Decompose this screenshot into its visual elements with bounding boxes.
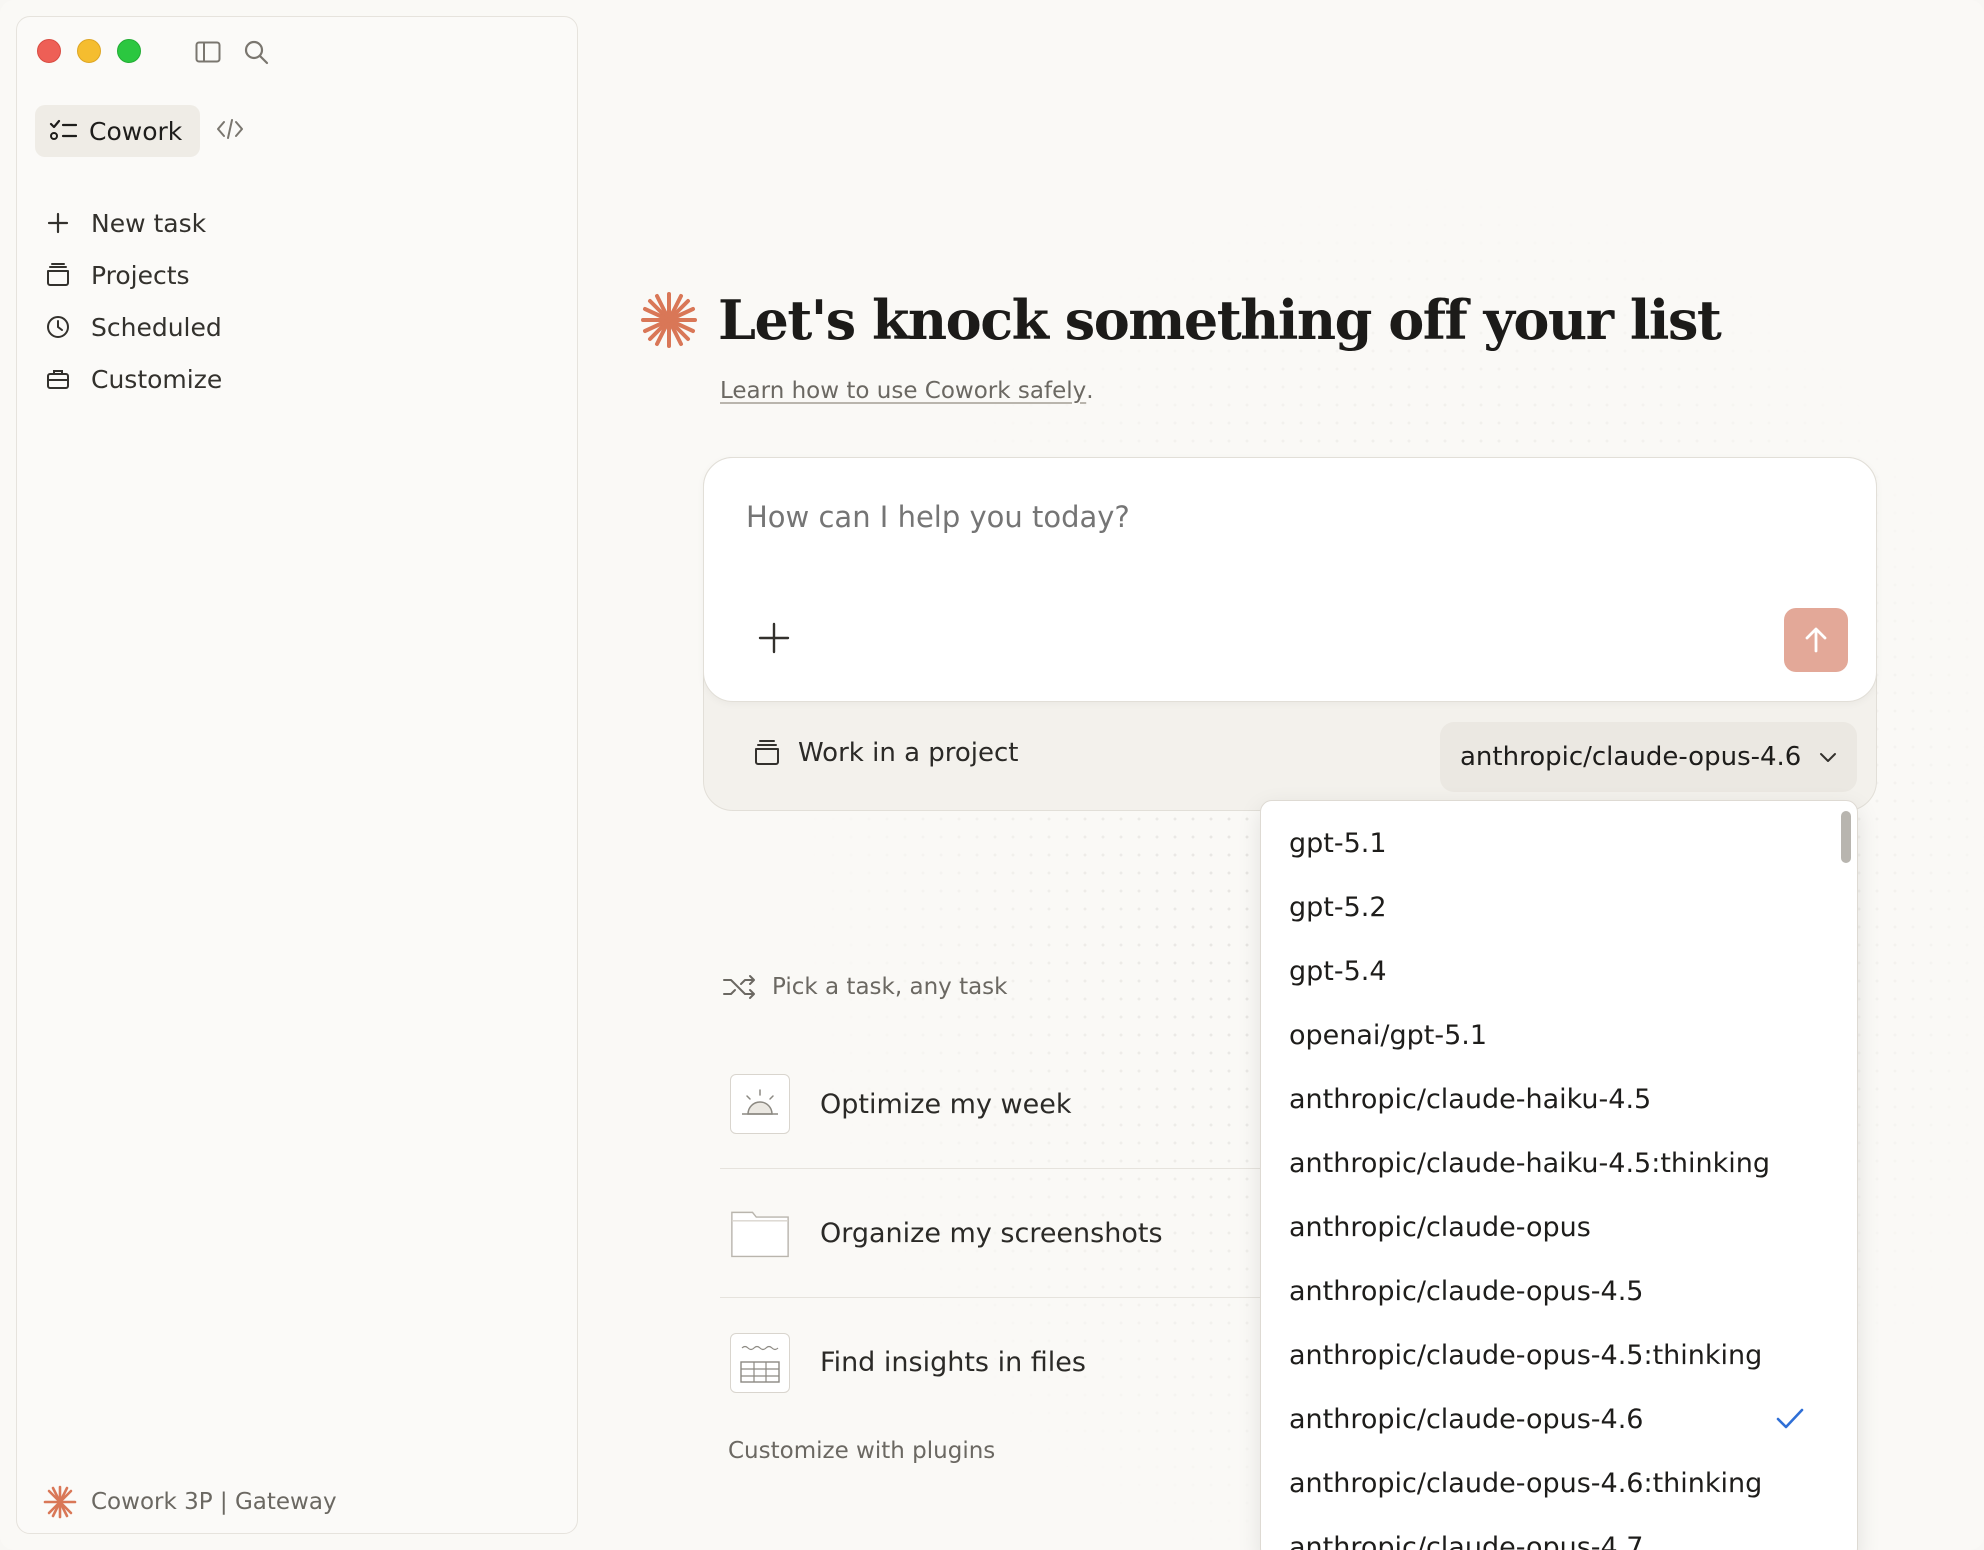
model-option[interactable]: gpt-5.2: [1261, 875, 1857, 939]
send-button[interactable]: [1784, 608, 1848, 672]
minimize-window-button[interactable]: [77, 39, 101, 63]
folder-icon: [755, 740, 779, 765]
model-option-label: anthropic/claude-opus-4.6:thinking: [1289, 1467, 1763, 1499]
sidebar-nav: New task Projects Scheduled Customize: [45, 197, 222, 405]
model-option-label: anthropic/claude-opus-4.5:thinking: [1289, 1339, 1763, 1371]
model-option-label: anthropic/claude-haiku-4.5: [1289, 1083, 1652, 1115]
learn-safety-link-suffix: .: [1086, 378, 1094, 404]
shuffle-icon: [723, 975, 755, 999]
sidebar-toolbar: [195, 39, 269, 65]
chevron-down-icon: [1820, 753, 1836, 762]
model-option-label: anthropic/claude-opus-4.7: [1289, 1531, 1644, 1550]
model-dropdown: gpt-5.1 gpt-5.2 gpt-5.4 openai/gpt-5.1 a…: [1260, 800, 1858, 1550]
model-option-label: anthropic/claude-opus-4.5: [1289, 1275, 1644, 1307]
composer: [703, 457, 1877, 702]
model-option-label: gpt-5.4: [1289, 955, 1387, 987]
workspace-label: Cowork 3P | Gateway: [91, 1489, 337, 1515]
prompt-input[interactable]: [746, 500, 1746, 534]
model-option-label: openai/gpt-5.1: [1289, 1019, 1488, 1051]
arrow-up-icon: [1805, 627, 1827, 653]
model-option[interactable]: gpt-5.4: [1261, 939, 1857, 1003]
selected-model-label: anthropic/claude-opus-4.6: [1460, 742, 1802, 772]
code-mode-icon[interactable]: [216, 118, 244, 144]
customize-plugins-link[interactable]: Customize with plugins: [728, 1438, 995, 1464]
pick-task-label: Pick a task, any task: [772, 974, 1008, 1000]
claude-logo-icon: [43, 1485, 77, 1519]
project-label: Work in a project: [798, 738, 1019, 768]
plus-icon: [758, 622, 790, 654]
folder-icon: [730, 1203, 790, 1263]
sidebar-item-label: Scheduled: [91, 312, 222, 342]
sidebar-item-new-task[interactable]: New task: [45, 197, 222, 249]
close-window-button[interactable]: [37, 39, 61, 63]
checklist-icon: [49, 119, 77, 140]
learn-safety-link[interactable]: Learn how to use Cowork safely.: [720, 378, 1094, 404]
model-option-label: anthropic/claude-haiku-4.5:thinking: [1289, 1147, 1771, 1179]
model-option[interactable]: gpt-5.1: [1261, 811, 1857, 875]
page-title: Let's knock something off your list: [718, 288, 1722, 352]
maximize-window-button[interactable]: [117, 39, 141, 63]
task-suggestions: Optimize my week Organize my screenshots…: [720, 1040, 1320, 1427]
model-option-list: gpt-5.1 gpt-5.2 gpt-5.4 openai/gpt-5.1 a…: [1261, 811, 1857, 1550]
task-organize-screenshots[interactable]: Organize my screenshots: [720, 1169, 1320, 1298]
sidebar-item-label: Customize: [91, 364, 223, 394]
search-icon[interactable]: [243, 39, 269, 65]
sidebar-item-customize[interactable]: Customize: [45, 353, 222, 405]
model-option[interactable]: anthropic/claude-haiku-4.5:thinking: [1261, 1131, 1857, 1195]
dropdown-scrollbar[interactable]: [1841, 811, 1851, 863]
model-option[interactable]: anthropic/claude-haiku-4.5: [1261, 1067, 1857, 1131]
pick-task-header[interactable]: Pick a task, any task: [722, 974, 1007, 1000]
headline: Let's knock something off your list: [640, 288, 1722, 352]
task-optimize-week[interactable]: Optimize my week: [720, 1040, 1320, 1169]
task-label: Organize my screenshots: [820, 1217, 1163, 1249]
window-controls: [37, 39, 141, 63]
model-option[interactable]: openai/gpt-5.1: [1261, 1003, 1857, 1067]
sidebar-item-label: Projects: [91, 260, 190, 290]
model-option-label: gpt-5.1: [1289, 827, 1387, 859]
learn-safety-link-text: Learn how to use Cowork safely: [720, 378, 1087, 404]
add-attachment-button[interactable]: [754, 618, 794, 658]
model-option[interactable]: anthropic/claude-opus-4.7: [1261, 1515, 1857, 1550]
claude-logo-icon: [641, 292, 697, 348]
briefcase-icon: [47, 370, 69, 389]
check-icon: [1776, 1408, 1804, 1429]
sidebar-toggle-icon[interactable]: [195, 41, 221, 63]
plus-icon: [47, 212, 69, 234]
cowork-mode-tab[interactable]: Cowork: [35, 105, 201, 157]
sunrise-icon: [730, 1074, 790, 1134]
model-option-selected[interactable]: anthropic/claude-opus-4.6: [1261, 1387, 1857, 1451]
model-option-label: anthropic/claude-opus: [1289, 1211, 1591, 1243]
model-option-label: anthropic/claude-opus-4.6: [1289, 1403, 1644, 1435]
mode-switcher: Cowork: [35, 105, 244, 157]
sidebar-item-label: New task: [91, 208, 207, 238]
sidebar-item-projects[interactable]: Projects: [45, 249, 222, 301]
cowork-mode-label: Cowork: [89, 116, 183, 146]
model-option[interactable]: anthropic/claude-opus-4.5: [1261, 1259, 1857, 1323]
workspace-footer[interactable]: Cowork 3P | Gateway: [43, 1485, 337, 1519]
model-option-label: gpt-5.2: [1289, 891, 1387, 923]
sidebar: Cowork New task Projects Scheduled Custo…: [16, 16, 578, 1534]
model-selector[interactable]: anthropic/claude-opus-4.6: [1440, 722, 1857, 792]
task-label: Find insights in files: [820, 1347, 1086, 1378]
app-window: Cowork New task Projects Scheduled Custo…: [0, 0, 1984, 1550]
spreadsheet-icon: [730, 1332, 790, 1393]
clock-icon: [47, 316, 69, 338]
sidebar-item-scheduled[interactable]: Scheduled: [45, 301, 222, 353]
model-option[interactable]: anthropic/claude-opus: [1261, 1195, 1857, 1259]
folder-icon: [47, 263, 69, 286]
model-option[interactable]: anthropic/claude-opus-4.6:thinking: [1261, 1451, 1857, 1515]
task-label: Optimize my week: [820, 1088, 1072, 1120]
model-option[interactable]: anthropic/claude-opus-4.5:thinking: [1261, 1323, 1857, 1387]
task-find-insights[interactable]: Find insights in files: [720, 1298, 1320, 1427]
work-in-project-button[interactable]: Work in a project: [752, 738, 1019, 768]
